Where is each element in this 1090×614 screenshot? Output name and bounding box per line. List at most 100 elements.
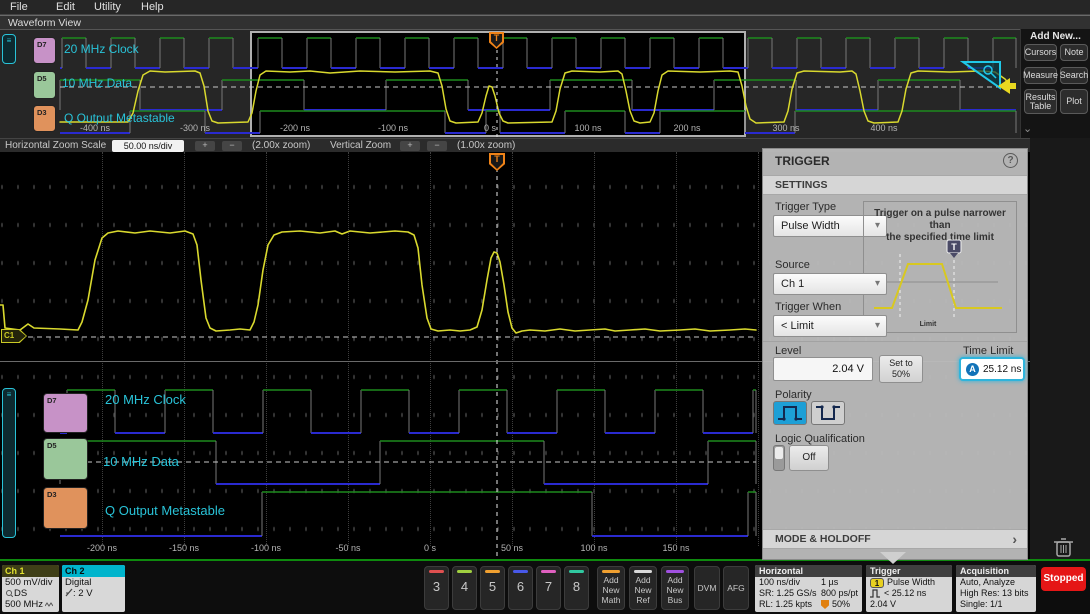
chevron-right-icon: ›	[1012, 531, 1017, 547]
mode-holdoff-section[interactable]: MODE & HOLDOFF ›	[763, 529, 1027, 549]
probe-icon	[6, 590, 14, 598]
source-label: Source	[775, 259, 810, 271]
overview-tick: -400 ns	[79, 123, 111, 133]
trigger-when-dropdown[interactable]: < Limit ▾	[773, 315, 887, 337]
add-new-bus-button[interactable]: Add New Bus	[661, 566, 689, 610]
polarity-positive-button[interactable]	[773, 401, 807, 425]
search-button[interactable]: Search	[1060, 67, 1088, 84]
waveform-overview[interactable]: ≡ D7 D5 D3 20 MHz Clock 10 MHz Data Q Ou…	[0, 29, 1020, 138]
measure-button[interactable]: Measure	[1023, 67, 1058, 84]
ch2-badge[interactable]: Ch 2 Digital : 2 V	[62, 565, 125, 612]
h-zoom-scale-input[interactable]: 50.00 ns/div	[112, 140, 184, 152]
trigger-level-arrow-icon[interactable]	[996, 77, 1018, 95]
logic-qualification-off-button[interactable]: Off	[789, 445, 829, 471]
label-10mhz-data: 10 MHz Data	[62, 76, 133, 90]
overview-tick: 400 ns	[870, 123, 898, 133]
menu-help[interactable]: Help	[141, 1, 164, 13]
logic-qualification-label: Logic Qualification	[775, 433, 865, 445]
channel-chip-d5-main[interactable]: D5	[43, 438, 88, 480]
right-strip	[1030, 138, 1090, 560]
menu-utility[interactable]: Utility	[94, 1, 121, 13]
channel-5-button[interactable]: 5	[480, 566, 505, 610]
channel-chip-d3[interactable]: D3	[33, 105, 56, 132]
trash-icon[interactable]	[1052, 536, 1076, 558]
channel-chip-d7[interactable]: D7	[33, 37, 56, 64]
channel-chip-d3-main[interactable]: D3	[43, 487, 88, 529]
label-20mhz-clock-main: 20 MHz Clock	[105, 392, 186, 407]
menu-file[interactable]: File	[10, 1, 28, 13]
trigger-badge[interactable]: Trigger 1 Pulse Width < 25.12 ns 2.04 V	[866, 565, 952, 612]
cursors-button[interactable]: Cursors	[1024, 44, 1057, 61]
trigger-position-icon	[821, 600, 829, 609]
panel-callout-pointer	[880, 552, 906, 564]
time-limit-label: Time Limit	[963, 345, 1014, 357]
v-zoom-factor: (1.00x zoom)	[457, 140, 516, 151]
channel-chip-d5[interactable]: D5	[33, 71, 56, 99]
source-dropdown[interactable]: Ch 1 ▾	[773, 273, 887, 295]
limit-caption: Limit	[920, 321, 937, 328]
h-zoom-scale-label: Horizontal Zoom Scale	[5, 140, 107, 151]
overview-tick: -200 ns	[279, 123, 311, 133]
collapse-overview-chevron-icon[interactable]: ⌄	[1023, 122, 1032, 135]
add-new-ref-button[interactable]: Add New Ref	[629, 566, 657, 610]
overview-tick: -100 ns	[377, 123, 409, 133]
channel-8-button[interactable]: 8	[564, 566, 589, 610]
polarity-label: Polarity	[775, 389, 812, 401]
v-zoom-minus-button[interactable]: −	[427, 141, 447, 151]
horizontal-badge[interactable]: Horizontal 100 ns/div 1 µs SR: 1.25 GS/s 8…	[755, 565, 862, 612]
trigger-when-label: Trigger When	[775, 301, 842, 313]
main-tick: 100 ns	[580, 543, 608, 553]
oscilloscope-app: File Edit Utility Help Waveform View ≡ D…	[0, 0, 1090, 614]
overview-tick: 300 ns	[772, 123, 800, 133]
trigger-type-label: Trigger Type	[775, 201, 837, 213]
v-zoom-label: Vertical Zoom	[330, 140, 392, 151]
polarity-negative-button[interactable]	[811, 401, 845, 425]
settings-section-header[interactable]: SETTINGS	[775, 179, 828, 191]
channel-chip-d7-main[interactable]: D7	[43, 393, 88, 433]
help-icon[interactable]: ?	[1003, 153, 1018, 168]
level-label: Level	[775, 345, 802, 357]
channel-7-button[interactable]: 7	[536, 566, 561, 610]
bottom-status-bar: Ch 1 500 mV/div DS 500 MHz Ch 2 Digital …	[0, 563, 1090, 614]
channel-6-button[interactable]: 6	[508, 566, 533, 610]
pulse-width-illustration: T Limit	[874, 239, 1002, 328]
dvm-button[interactable]: DVM	[694, 566, 720, 610]
section-divider	[763, 341, 1027, 342]
trigger-hint-box: Trigger on a pulse narrower than the spec…	[863, 201, 1017, 333]
label-20mhz-clock: 20 MHz Clock	[64, 42, 139, 56]
acquisition-badge[interactable]: Acquisition Auto, Analyze High Res: 13 b…	[956, 565, 1036, 612]
threshold-icon	[65, 588, 73, 597]
knob-a-icon: A	[966, 362, 979, 376]
tab-waveform-view[interactable]: Waveform View	[8, 17, 81, 29]
h-zoom-minus-button[interactable]: −	[222, 141, 242, 151]
pulse-icon	[870, 589, 880, 598]
label-q-output-main: Q Output Metastable	[105, 503, 225, 518]
main-tick: -200 ns	[86, 543, 118, 553]
overview-drag-handle[interactable]: ≡	[2, 34, 16, 64]
v-zoom-plus-button[interactable]: +	[400, 141, 420, 151]
ch1-badge[interactable]: Ch 1 500 mV/div DS 500 MHz	[2, 565, 59, 612]
overview-tick: -300 ns	[179, 123, 211, 133]
main-tick: 150 ns	[662, 543, 690, 553]
plot-button[interactable]: Plot	[1060, 89, 1088, 114]
menu-edit[interactable]: Edit	[56, 1, 75, 13]
afg-button[interactable]: AFG	[723, 566, 749, 610]
view-tab-bar: Waveform View	[0, 15, 1090, 29]
note-button[interactable]: Note	[1060, 44, 1088, 61]
channel-3-button[interactable]: 3	[424, 566, 449, 610]
results-table-button[interactable]: Results Table	[1024, 89, 1057, 114]
logic-qualification-toggle[interactable]	[773, 445, 785, 471]
channel-4-button[interactable]: 4	[452, 566, 477, 610]
overview-tick: 200 ns	[673, 123, 701, 133]
main-tick: 50 ns	[500, 543, 524, 553]
overview-tick: 0 s	[483, 123, 497, 133]
time-limit-input[interactable]: A 25.12 ns	[959, 357, 1025, 381]
digital-group-drag-handle[interactable]: ≡	[2, 388, 16, 538]
set-to-50-button[interactable]: Set to 50%	[879, 355, 923, 383]
level-input[interactable]: 2.04 V	[773, 357, 873, 381]
chevron-down-icon: ▾	[874, 278, 880, 289]
menu-bar: File Edit Utility Help	[0, 0, 1090, 15]
add-new-math-button[interactable]: Add New Math	[597, 566, 625, 610]
run-stop-status-button[interactable]: Stopped	[1041, 567, 1086, 591]
h-zoom-plus-button[interactable]: +	[195, 141, 215, 151]
